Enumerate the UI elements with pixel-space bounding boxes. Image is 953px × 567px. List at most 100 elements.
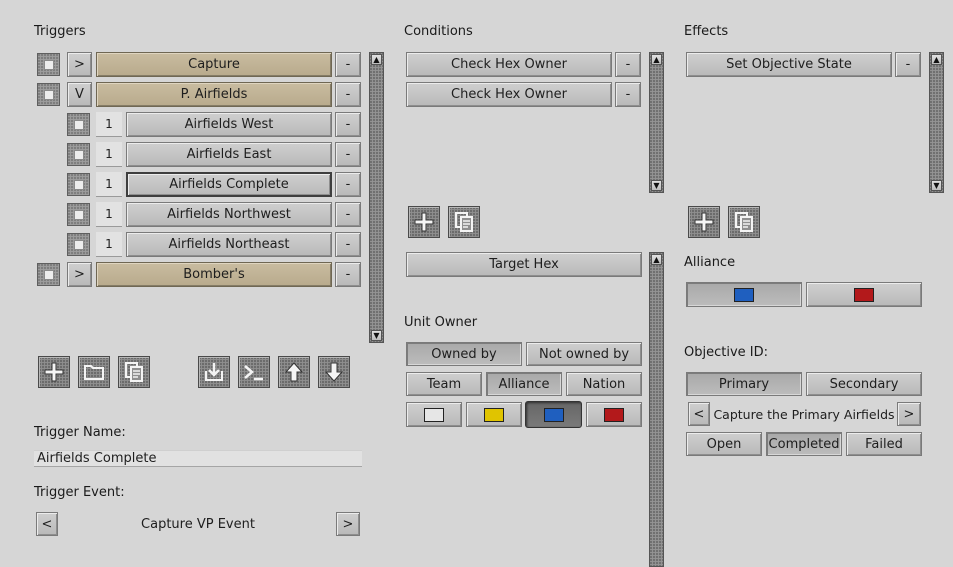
condition-params-scrollbar[interactable]: ▲ bbox=[649, 252, 664, 567]
remove-trigger-button[interactable]: - bbox=[335, 202, 361, 227]
remove-trigger-button[interactable]: - bbox=[335, 262, 361, 287]
remove-condition-button[interactable]: - bbox=[615, 52, 641, 77]
expand-toggle-button[interactable]: V bbox=[67, 82, 92, 107]
trigger-name-input[interactable]: Airfields Complete bbox=[34, 450, 362, 467]
trigger-item-airfields-northwest[interactable]: Airfields Northwest bbox=[126, 202, 332, 227]
trigger-checkbox[interactable] bbox=[37, 53, 60, 76]
alliance-label: Alliance bbox=[684, 255, 736, 270]
remove-trigger-button[interactable]: - bbox=[335, 172, 361, 197]
expand-toggle-button[interactable]: > bbox=[67, 52, 92, 77]
remove-trigger-button[interactable]: - bbox=[335, 142, 361, 167]
console-button[interactable] bbox=[238, 356, 270, 388]
copy-trigger-button[interactable] bbox=[118, 356, 150, 388]
triggers-scrollbar[interactable]: ▲ ▼ bbox=[369, 52, 384, 343]
move-up-button[interactable] bbox=[278, 356, 310, 388]
alliance-option-red[interactable] bbox=[806, 282, 922, 307]
scroll-down-arrow-icon[interactable]: ▼ bbox=[931, 180, 942, 191]
add-effect-button[interactable] bbox=[688, 206, 720, 238]
condition-item-check-hex-owner[interactable]: Check Hex Owner bbox=[406, 52, 612, 77]
remove-trigger-button[interactable]: - bbox=[335, 82, 361, 107]
add-condition-button[interactable] bbox=[408, 206, 440, 238]
objective-value: Capture the Primary Airfields bbox=[713, 406, 895, 422]
plus-icon bbox=[414, 212, 434, 232]
move-down-button[interactable] bbox=[318, 356, 350, 388]
trigger-checkbox[interactable] bbox=[67, 113, 90, 136]
effect-item-set-objective-state[interactable]: Set Objective State bbox=[686, 52, 892, 77]
color-swatch bbox=[734, 287, 754, 302]
trigger-count: 1 bbox=[96, 202, 122, 227]
trigger-item-airfields-west[interactable]: Airfields West bbox=[126, 112, 332, 137]
copy-icon bbox=[455, 212, 473, 232]
remove-trigger-button[interactable]: - bbox=[335, 52, 361, 77]
nation-tab[interactable]: Nation bbox=[566, 372, 642, 396]
scroll-down-arrow-icon[interactable]: ▼ bbox=[371, 330, 382, 341]
color-swatch bbox=[854, 287, 874, 302]
scroll-up-arrow-icon[interactable]: ▲ bbox=[651, 254, 662, 265]
copy-icon bbox=[735, 212, 753, 232]
scroll-up-arrow-icon[interactable]: ▲ bbox=[931, 54, 942, 65]
trigger-checkbox[interactable] bbox=[67, 233, 90, 256]
add-trigger-button[interactable] bbox=[38, 356, 70, 388]
remove-trigger-button[interactable]: - bbox=[335, 112, 361, 137]
trigger-item-capture[interactable]: Capture bbox=[96, 52, 332, 77]
scroll-down-arrow-icon[interactable]: ▼ bbox=[651, 180, 662, 191]
trigger-event-value: Capture VP Event bbox=[141, 516, 255, 532]
conditions-scrollbar[interactable]: ▲ ▼ bbox=[649, 52, 664, 193]
team-tab[interactable]: Team bbox=[406, 372, 482, 396]
copy-icon bbox=[125, 362, 143, 382]
remove-condition-button[interactable]: - bbox=[615, 82, 641, 107]
primary-tab[interactable]: Primary bbox=[686, 372, 802, 396]
scroll-up-arrow-icon[interactable]: ▲ bbox=[371, 54, 382, 65]
trigger-count: 1 bbox=[96, 142, 122, 167]
copy-effect-button[interactable] bbox=[728, 206, 760, 238]
trigger-checkbox[interactable] bbox=[37, 263, 60, 286]
objective-prev-button[interactable]: < bbox=[688, 402, 710, 426]
remove-trigger-button[interactable]: - bbox=[335, 232, 361, 257]
trigger-name-label: Trigger Name: bbox=[34, 425, 126, 440]
trigger-event-prev-button[interactable]: < bbox=[36, 512, 58, 536]
owned-by-toggle[interactable]: Owned by bbox=[406, 342, 522, 366]
trigger-item-p-airfields[interactable]: P. Airfields bbox=[96, 82, 332, 107]
color-swatch bbox=[484, 407, 504, 422]
conditions-heading: Conditions bbox=[404, 24, 473, 39]
plus-icon bbox=[44, 362, 64, 382]
trigger-item-airfields-east[interactable]: Airfields East bbox=[126, 142, 332, 167]
alliance-option-blue[interactable] bbox=[686, 282, 802, 307]
import-button[interactable] bbox=[198, 356, 230, 388]
state-open-tab[interactable]: Open bbox=[686, 432, 762, 456]
condition-item-check-hex-owner[interactable]: Check Hex Owner bbox=[406, 82, 612, 107]
color-swatch bbox=[604, 407, 624, 422]
folder-icon bbox=[84, 365, 104, 380]
objective-id-label: Objective ID: bbox=[684, 345, 768, 360]
trigger-item-airfields-complete[interactable]: Airfields Complete bbox=[126, 172, 332, 197]
trigger-checkbox[interactable] bbox=[67, 203, 90, 226]
objective-next-button[interactable]: > bbox=[897, 402, 921, 426]
state-failed-tab[interactable]: Failed bbox=[846, 432, 922, 456]
state-completed-tab[interactable]: Completed bbox=[766, 432, 842, 456]
scroll-up-arrow-icon[interactable]: ▲ bbox=[651, 54, 662, 65]
target-hex-button[interactable]: Target Hex bbox=[406, 252, 642, 277]
trigger-checkbox[interactable] bbox=[67, 173, 90, 196]
secondary-tab[interactable]: Secondary bbox=[806, 372, 922, 396]
trigger-checkbox[interactable] bbox=[67, 143, 90, 166]
color-option-white[interactable] bbox=[406, 402, 462, 427]
expand-toggle-button[interactable]: > bbox=[67, 262, 92, 287]
copy-condition-button[interactable] bbox=[448, 206, 480, 238]
color-option-red[interactable] bbox=[586, 402, 642, 427]
effects-heading: Effects bbox=[684, 24, 729, 39]
arrow-up-icon bbox=[284, 362, 304, 382]
trigger-checkbox[interactable] bbox=[37, 83, 60, 106]
triggers-heading: Triggers bbox=[34, 24, 86, 39]
trigger-item-airfields-northeast[interactable]: Airfields Northeast bbox=[126, 232, 332, 257]
import-icon bbox=[205, 363, 223, 381]
color-option-yellow[interactable] bbox=[466, 402, 522, 427]
color-option-blue[interactable] bbox=[525, 401, 582, 428]
not-owned-by-toggle[interactable]: Not owned by bbox=[526, 342, 642, 366]
folder-button[interactable] bbox=[78, 356, 110, 388]
remove-effect-button[interactable]: - bbox=[895, 52, 921, 77]
trigger-event-next-button[interactable]: > bbox=[336, 512, 360, 536]
trigger-item-bombers[interactable]: Bomber's bbox=[96, 262, 332, 287]
alliance-tab[interactable]: Alliance bbox=[486, 372, 562, 396]
effects-scrollbar[interactable]: ▲ ▼ bbox=[929, 52, 944, 193]
trigger-event-label: Trigger Event: bbox=[34, 485, 125, 500]
